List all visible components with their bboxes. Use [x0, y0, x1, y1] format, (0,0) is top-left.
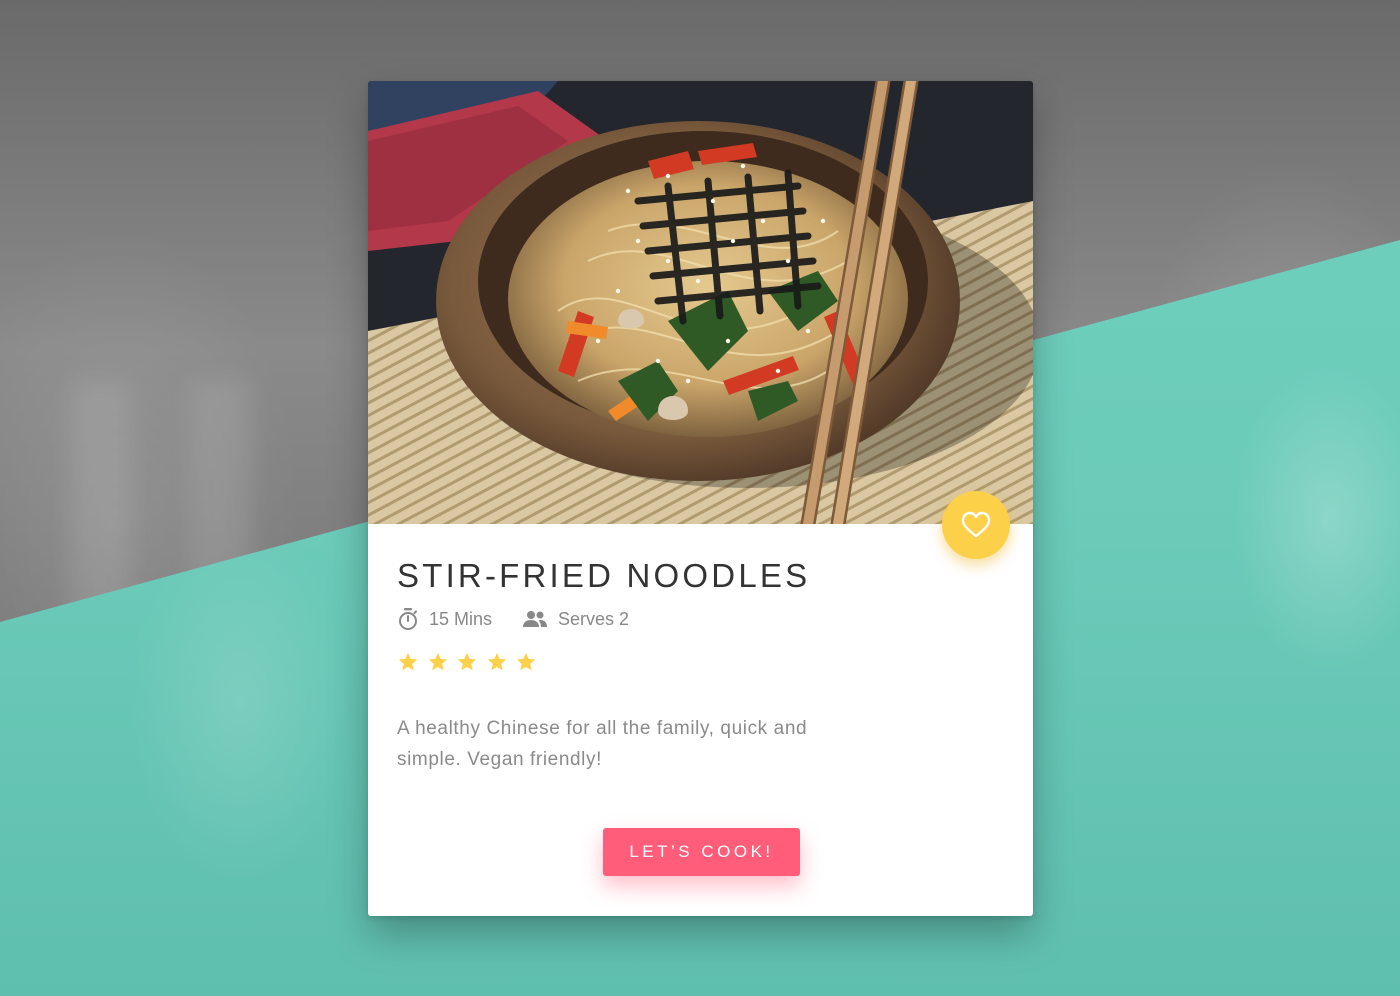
star-icon: [428, 652, 447, 671]
stopwatch-icon: [399, 608, 417, 630]
cook-time: 15 Mins: [397, 607, 492, 631]
recipe-description: A healthy Chinese for all the family, qu…: [397, 718, 808, 770]
recipe-card: STIR-FRIED NOODLES 15 Mins Serves 2 A he…: [368, 81, 1033, 916]
star-icon: [516, 652, 536, 671]
star-icon: [398, 652, 418, 671]
serves-text: Serves 2: [558, 608, 630, 629]
recipe-photo: [368, 81, 1033, 524]
star-icon: [457, 652, 477, 671]
star-icon: [487, 652, 506, 671]
people-icon: [523, 611, 548, 627]
favorite-button[interactable]: [942, 491, 1010, 559]
lets-cook-button[interactable]: LET’S COOK!: [603, 828, 800, 876]
serves: Serves 2: [522, 609, 629, 630]
rating-stars: [397, 651, 545, 673]
recipe-meta: 15 Mins Serves 2: [397, 607, 659, 631]
heart-icon: [961, 511, 991, 538]
cook-time-text: 15 Mins: [429, 608, 493, 629]
recipe-title: STIR-FRIED NOODLES: [397, 557, 811, 594]
